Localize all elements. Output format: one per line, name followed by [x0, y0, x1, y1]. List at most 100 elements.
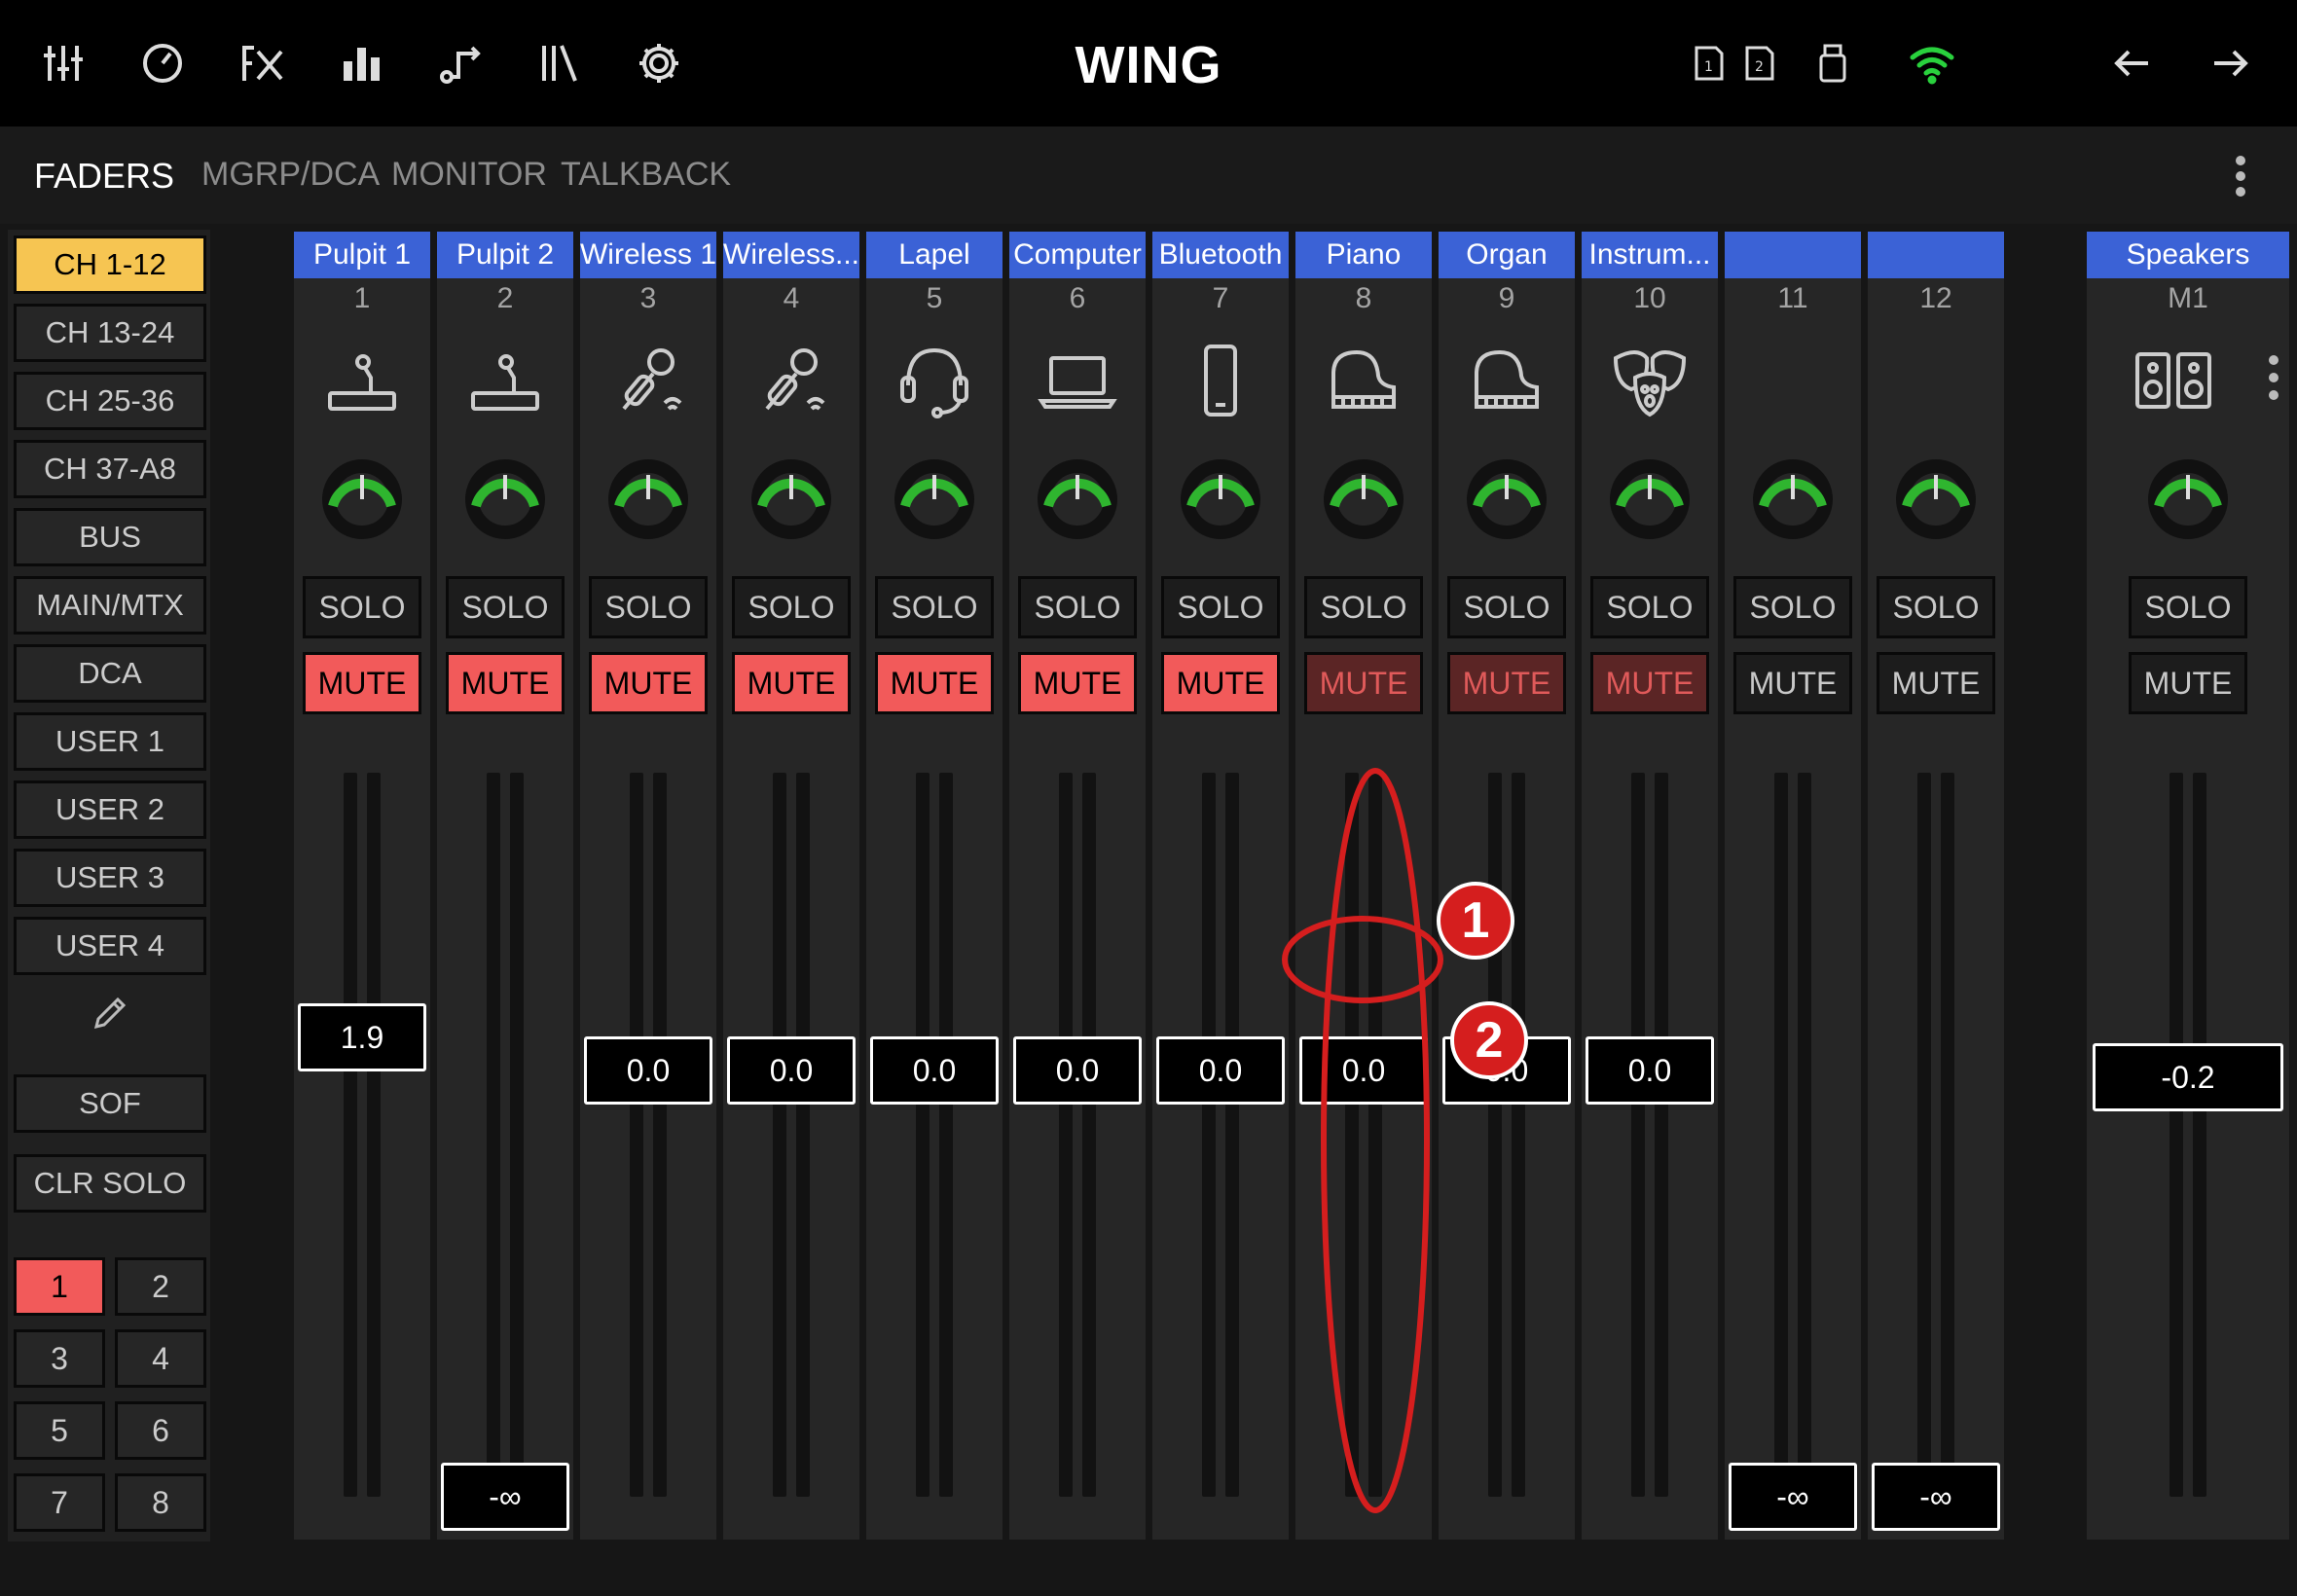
empty-icon[interactable]: [1892, 337, 1980, 424]
mute-button[interactable]: MUTE: [875, 652, 994, 714]
channel-name[interactable]: Bluetooth: [1152, 232, 1289, 278]
bank-button-5[interactable]: 5: [14, 1401, 105, 1460]
mute-button[interactable]: MUTE: [589, 652, 708, 714]
sof-button[interactable]: SOF: [14, 1074, 206, 1133]
mute-button[interactable]: MUTE: [732, 652, 851, 714]
fader-track-right[interactable]: [367, 773, 381, 1497]
layer-user-3[interactable]: USER 3: [14, 849, 206, 907]
podium-mic-icon[interactable]: [318, 337, 406, 424]
fader-track-right[interactable]: [510, 773, 524, 1497]
fader-track-right[interactable]: [653, 773, 667, 1497]
fader-track-left[interactable]: [630, 773, 643, 1497]
mute-button[interactable]: MUTE: [1590, 652, 1709, 714]
gain-knob[interactable]: [1034, 455, 1121, 543]
fader-track-left[interactable]: [916, 773, 930, 1497]
fader-track-left[interactable]: [773, 773, 786, 1497]
fader-track-right[interactable]: [1512, 773, 1525, 1497]
wireless-mic-icon[interactable]: [604, 337, 692, 424]
fader-track-right[interactable]: [939, 773, 953, 1497]
solo-button[interactable]: SOLO: [1877, 576, 1995, 638]
fader-handle[interactable]: -∞: [1729, 1463, 1857, 1531]
fader-track-left[interactable]: [1917, 773, 1931, 1497]
forward-arrow-icon[interactable]: [2196, 29, 2264, 97]
bank-button-3[interactable]: 3: [14, 1329, 105, 1388]
gain-knob[interactable]: [2144, 455, 2232, 543]
bars-icon[interactable]: [327, 29, 395, 97]
fader-track-left[interactable]: [1202, 773, 1216, 1497]
solo-button[interactable]: SOLO: [2129, 576, 2247, 638]
gain-knob[interactable]: [604, 455, 692, 543]
tab-monitor[interactable]: MONITOR: [391, 156, 547, 194]
channel-name[interactable]: Wireless 1: [580, 232, 716, 278]
fader-track-left[interactable]: [487, 773, 500, 1497]
fader-track-right[interactable]: [1082, 773, 1096, 1497]
speakers-icon[interactable]: [2130, 337, 2217, 424]
meter-icon[interactable]: [128, 29, 197, 97]
layer-main-mtx[interactable]: MAIN/MTX: [14, 576, 206, 635]
gain-knob[interactable]: [1606, 455, 1694, 543]
gain-knob[interactable]: [1892, 455, 1980, 543]
laptop-icon[interactable]: [1034, 337, 1121, 424]
fader-track-right[interactable]: [1941, 773, 1954, 1497]
solo-button[interactable]: SOLO: [1161, 576, 1280, 638]
channel-name[interactable]: [1725, 232, 1861, 278]
fader-track-left[interactable]: [1488, 773, 1502, 1497]
solo-button[interactable]: SOLO: [446, 576, 565, 638]
routing-icon[interactable]: [426, 29, 494, 97]
solo-button[interactable]: SOLO: [732, 576, 851, 638]
solo-button[interactable]: SOLO: [1018, 576, 1137, 638]
mute-button[interactable]: MUTE: [1161, 652, 1280, 714]
channel-name[interactable]: Speakers: [2087, 232, 2289, 278]
fader-track-right[interactable]: [2193, 773, 2206, 1497]
channel-name[interactable]: Piano: [1295, 232, 1432, 278]
solo-button[interactable]: SOLO: [1304, 576, 1423, 638]
layer-bus[interactable]: BUS: [14, 508, 206, 566]
fader-track-right[interactable]: [796, 773, 810, 1497]
bank-button-2[interactable]: 2: [115, 1257, 206, 1316]
gain-knob[interactable]: [461, 455, 549, 543]
layer-ch-1-12[interactable]: CH 1-12: [14, 236, 206, 294]
channel-name[interactable]: Wireless...: [723, 232, 859, 278]
channel-name[interactable]: Pulpit 2: [437, 232, 573, 278]
fader-handle[interactable]: -∞: [1872, 1463, 2000, 1531]
mute-button[interactable]: MUTE: [1447, 652, 1566, 714]
more-menu-icon[interactable]: [2219, 152, 2262, 204]
fader-handle[interactable]: 0.0: [1442, 1036, 1571, 1105]
clear-solo-button[interactable]: CLR SOLO: [14, 1154, 206, 1213]
mute-button[interactable]: MUTE: [2129, 652, 2247, 714]
layer-ch-13-24[interactable]: CH 13-24: [14, 304, 206, 362]
solo-button[interactable]: SOLO: [1590, 576, 1709, 638]
solo-button[interactable]: SOLO: [303, 576, 421, 638]
fader-track-left[interactable]: [1631, 773, 1645, 1497]
library-icon[interactable]: [526, 29, 594, 97]
fader-handle[interactable]: 0.0: [584, 1036, 712, 1105]
layer-ch-37-a8[interactable]: CH 37-A8: [14, 440, 206, 498]
settings-icon[interactable]: [625, 29, 693, 97]
bank-button-6[interactable]: 6: [115, 1401, 206, 1460]
gain-knob[interactable]: [891, 455, 978, 543]
mute-button[interactable]: MUTE: [303, 652, 421, 714]
fader-track-left[interactable]: [2169, 773, 2183, 1497]
pencil-icon[interactable]: [14, 989, 206, 1037]
fader-track-right[interactable]: [1798, 773, 1811, 1497]
piano-icon[interactable]: [1463, 337, 1550, 424]
tab-faders[interactable]: FADERS: [34, 156, 174, 197]
fader-track-right[interactable]: [1225, 773, 1239, 1497]
channel-name[interactable]: [1868, 232, 2004, 278]
piano-icon[interactable]: [1320, 337, 1407, 424]
channel-name[interactable]: Lapel: [866, 232, 1003, 278]
fader-handle[interactable]: 0.0: [1013, 1036, 1142, 1105]
channel-name[interactable]: Pulpit 1: [294, 232, 430, 278]
layer-dca[interactable]: DCA: [14, 644, 206, 703]
mute-button[interactable]: MUTE: [1733, 652, 1852, 714]
wireless-mic-icon[interactable]: [747, 337, 835, 424]
fader-handle[interactable]: 0.0: [727, 1036, 856, 1105]
fader-track-left[interactable]: [1345, 773, 1359, 1497]
wifi-icon[interactable]: [1898, 29, 1966, 97]
fader-handle[interactable]: 0.0: [870, 1036, 999, 1105]
theater-masks-icon[interactable]: [1606, 337, 1694, 424]
gain-knob[interactable]: [1749, 455, 1837, 543]
gain-knob[interactable]: [318, 455, 406, 543]
channel-name[interactable]: Computer: [1009, 232, 1146, 278]
gain-knob[interactable]: [1177, 455, 1264, 543]
